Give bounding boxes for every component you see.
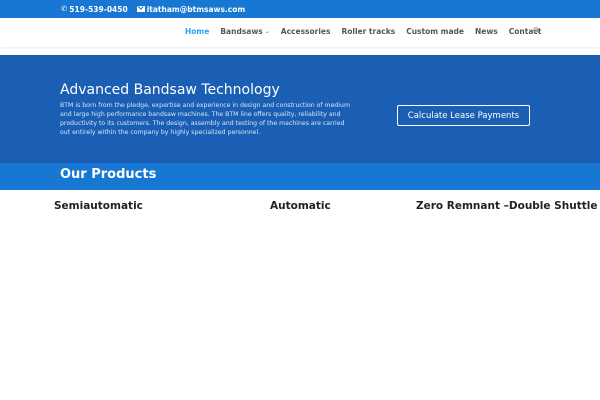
products-header: Our Products	[0, 163, 600, 190]
nav-item-news[interactable]: News	[475, 27, 498, 36]
category-zero-remnant[interactable]: Zero Remnant –Double Shuttle	[416, 200, 597, 212]
nav-item-label: Roller tracks	[341, 27, 396, 36]
email-link[interactable]: itatham@btmsaws.com	[136, 4, 246, 14]
email-address: itatham@btmsaws.com	[146, 4, 246, 14]
hero-title: Advanced Bandsaw Technology	[60, 82, 280, 98]
chevron-down-icon: ⌄	[264, 28, 270, 35]
main-header: Home Bandsaws ⌄ Accessories Roller track…	[0, 18, 600, 47]
nav-item-roller-tracks[interactable]: Roller tracks	[341, 27, 395, 36]
search-icon[interactable]	[533, 27, 540, 34]
hero-section: Advanced Bandsaw Technology BTM is born …	[0, 55, 600, 163]
products-title: Our Products	[60, 167, 157, 182]
phone-link[interactable]: ✆ 519-539-0450	[61, 5, 128, 14]
nav-item-home[interactable]: Home	[185, 27, 209, 36]
nav-item-accessories[interactable]: Accessories	[281, 27, 331, 36]
envelope-icon	[136, 6, 145, 12]
nav-item-label: News	[475, 27, 498, 36]
nav-item-bandsaws[interactable]: Bandsaws ⌄	[220, 27, 269, 36]
nav-item-label: Custom made	[406, 27, 464, 36]
category-semiautomatic[interactable]: Semiautomatic	[54, 200, 143, 212]
phone-number: 519-539-0450	[69, 4, 128, 14]
category-automatic[interactable]: Automatic	[270, 200, 331, 212]
nav-item-custom-made[interactable]: Custom made	[406, 27, 464, 36]
top-contact-bar: ✆ 519-539-0450 itatham@btmsaws.com	[0, 0, 600, 18]
hero-description: BTM is born from the pledge, expertise a…	[60, 102, 350, 136]
phone-icon: ✆	[61, 4, 68, 14]
nav-item-label: Accessories	[280, 27, 331, 36]
main-nav: Home Bandsaws ⌄ Accessories Roller track…	[185, 27, 552, 36]
nav-item-label: Bandsaws	[220, 27, 263, 36]
calculate-lease-button[interactable]: Calculate Lease Payments	[397, 105, 530, 126]
nav-item-label: Home	[185, 27, 210, 36]
